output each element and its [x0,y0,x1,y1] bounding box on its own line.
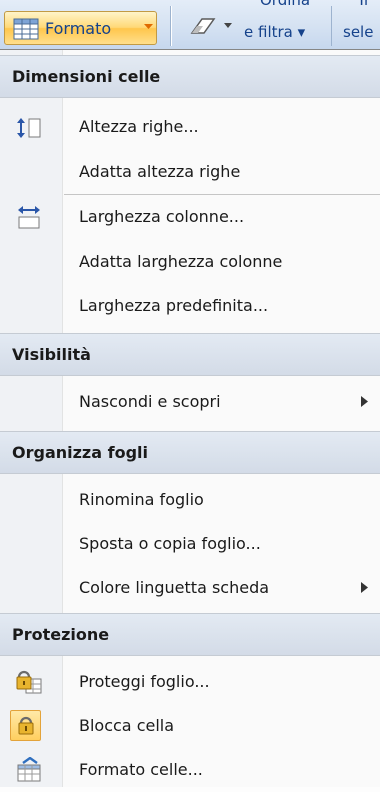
format-button-label: Formato [45,19,112,38]
submenu-arrow-icon [361,396,368,407]
sort-filter-button[interactable]: e filtra ▾ [244,23,305,41]
menu-item-adatta-altezza-righe[interactable]: Adatta altezza righe [0,150,380,194]
ribbon-separator [331,6,332,46]
menu-item-sposta-copia-foglio[interactable]: Sposta o copia foglio... [0,522,380,566]
format-cells-icon [17,757,41,782]
protect-sheet-icon [16,670,42,694]
toggle-highlight [10,710,41,741]
menu-item-altezza-righe[interactable]: Altezza righe... [0,105,380,149]
menu-item-label: Nascondi e scopri [79,392,221,411]
menu-item-formato-celle[interactable]: Formato celle... [0,748,380,792]
menu-item-larghezza-colonne[interactable]: Larghezza colonne... [0,195,380,239]
menu-item-larghezza-predefinita[interactable]: Larghezza predefinita... [0,284,380,328]
section-header-organizza-fogli: Organizza fogli [0,431,380,474]
menu-item-colore-linguetta[interactable]: Colore linguetta scheda [0,566,380,610]
menu-item-label: Rinomina foglio [79,490,204,509]
dropdown-arrow-icon [224,23,232,28]
menu-item-label: Altezza righe... [79,117,199,136]
menu-item-label: Colore linguetta scheda [79,578,270,597]
menu-item-proteggi-foglio[interactable]: Proteggi foglio... [0,660,380,704]
menu-item-label: Larghezza predefinita... [79,296,269,315]
menu-item-label: Formato celle... [79,760,203,779]
menu-item-label: Blocca cella [79,716,175,735]
menu-item-blocca-cella[interactable]: Blocca cella [0,704,380,748]
section-header-protezione: Protezione [0,613,380,656]
ribbon-strip: Formato Ordina e filtra ▾ Tr sele [0,0,380,49]
format-dropdown-menu: Dimensioni celle Altezza righe... Adatta… [0,49,380,787]
menu-item-nascondi-scopri[interactable]: Nascondi e scopri [0,380,380,424]
section-header-visibilita: Visibilità [0,333,380,376]
menu-item-label: Sposta o copia foglio... [79,534,261,553]
submenu-arrow-icon [361,582,368,593]
menu-item-label: Adatta altezza righe [79,162,241,181]
eraser-icon[interactable] [188,16,218,36]
menu-item-rinomina-foglio[interactable]: Rinomina foglio [0,478,380,522]
menu-item-label: Larghezza colonne... [79,207,245,226]
row-height-icon [17,118,41,138]
find-select-button[interactable]: sele [343,23,373,41]
ribbon-separator [170,6,171,46]
format-button[interactable]: Formato [4,11,157,45]
menu-item-adatta-larghezza-colonne[interactable]: Adatta larghezza colonne [0,240,380,284]
format-grid-icon [13,18,39,40]
lock-icon [18,716,34,735]
column-width-icon [18,206,40,229]
find-select-label-top: Tr [357,0,371,9]
dropdown-arrow-icon [144,24,153,29]
sort-filter-label-top: Ordina [260,0,311,9]
menu-item-label: Proteggi foglio... [79,672,210,691]
section-header-dimensioni-celle: Dimensioni celle [0,55,380,98]
menu-item-label: Adatta larghezza colonne [79,252,283,271]
